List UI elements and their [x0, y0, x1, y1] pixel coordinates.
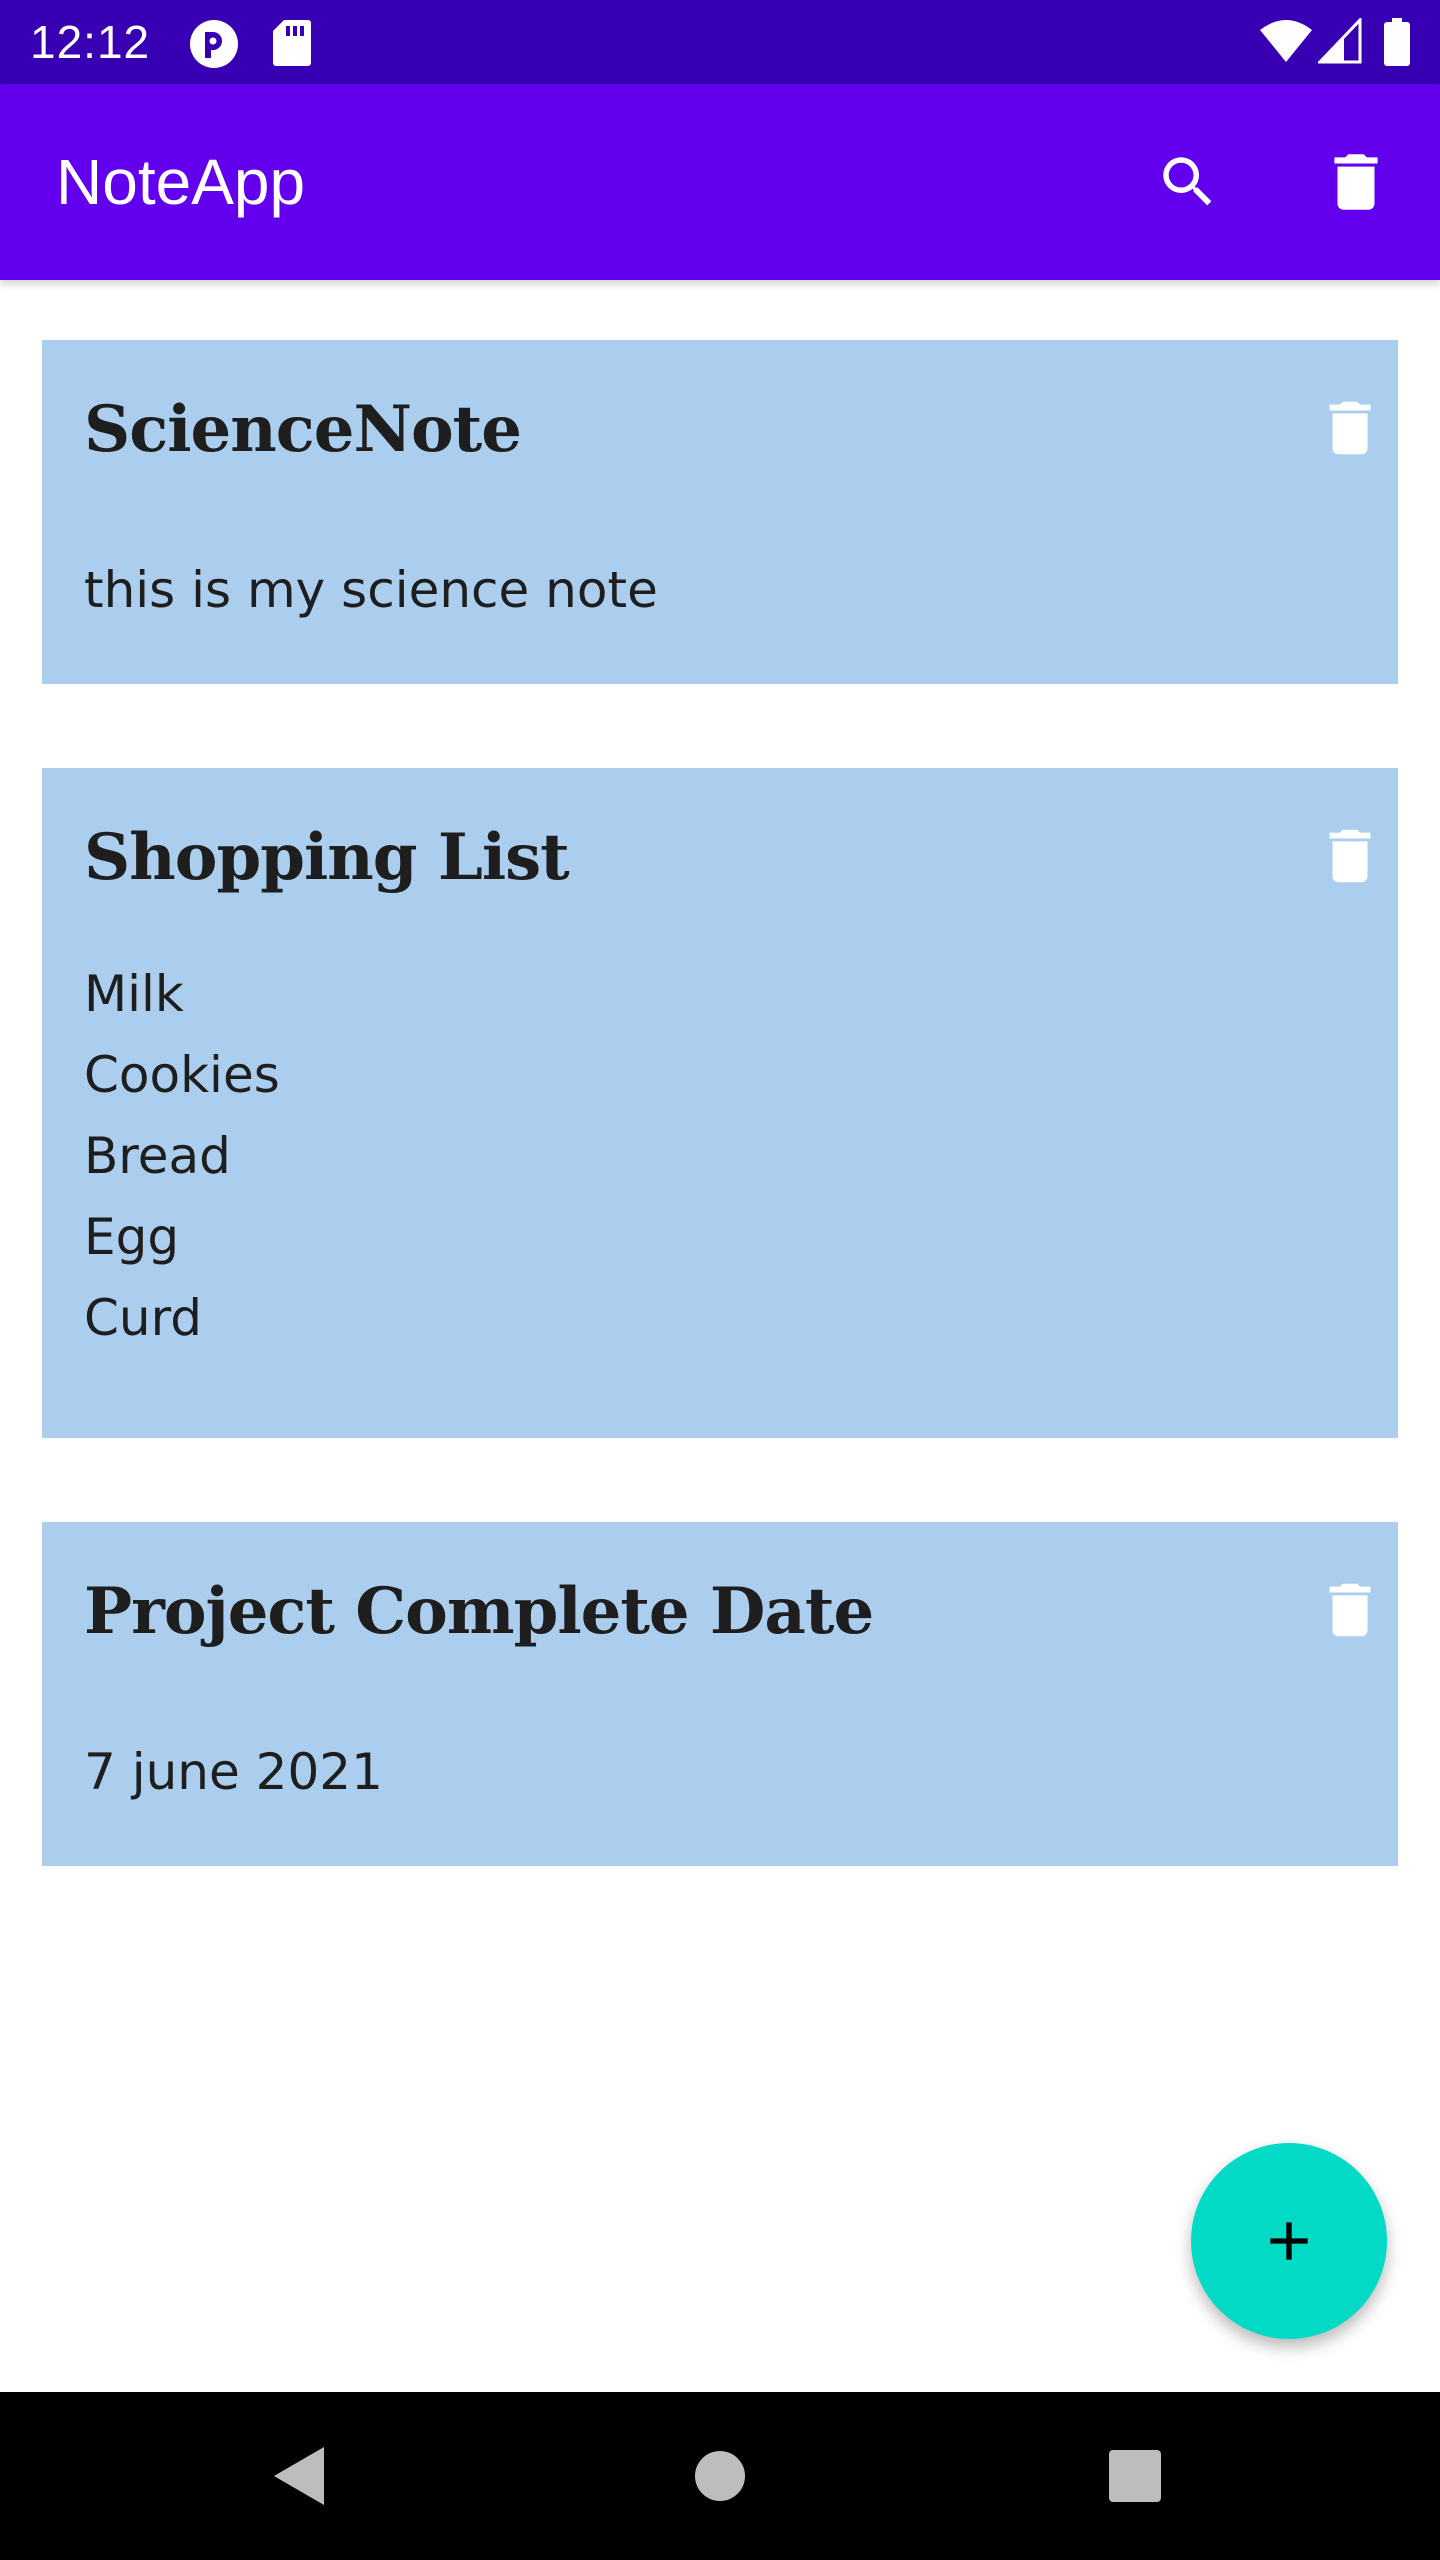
note-card[interactable]: Project Complete Date 7 june 2021: [42, 1522, 1398, 1866]
note-title: Project Complete Date: [84, 1574, 874, 1649]
back-button[interactable]: [250, 2426, 350, 2526]
recents-button[interactable]: [1085, 2426, 1185, 2526]
search-icon: [1163, 157, 1212, 206]
delete-all-icon: [1334, 154, 1378, 210]
note-body: this is my science note: [84, 561, 658, 619]
battery-icon: [1384, 18, 1410, 66]
back-icon: [274, 2447, 324, 2505]
note-body: Milk Cookies Bread Egg Curd: [84, 965, 280, 1347]
note-delete-button[interactable]: [1308, 386, 1392, 470]
note-delete-button[interactable]: [1308, 814, 1392, 898]
app-bar: NoteApp: [0, 84, 1440, 280]
trash-icon: [1329, 1583, 1371, 1637]
add-icon: [1270, 2222, 1308, 2260]
trash-icon: [1329, 401, 1371, 455]
recents-icon: [1109, 2450, 1161, 2502]
note-card[interactable]: Shopping List Milk Cookies Bread Egg Cur…: [42, 768, 1398, 1438]
note-title: Shopping List: [84, 820, 570, 895]
note-delete-button[interactable]: [1308, 1568, 1392, 1652]
add-note-button[interactable]: [1191, 2143, 1387, 2339]
app-title: NoteApp: [56, 146, 306, 218]
home-button[interactable]: [670, 2426, 770, 2526]
app-notification-icon: [190, 20, 238, 68]
note-body: 7 june 2021: [84, 1743, 383, 1801]
delete-all-button[interactable]: [1308, 134, 1404, 230]
status-time: 12:12: [30, 16, 151, 68]
search-button[interactable]: [1140, 134, 1236, 230]
home-icon: [695, 2451, 745, 2501]
status-bar: 12:12: [0, 0, 1440, 84]
note-card[interactable]: ScienceNote this is my science note: [42, 340, 1398, 684]
wifi-icon: [1260, 20, 1312, 62]
trash-icon: [1329, 829, 1371, 883]
sd-card-icon: [273, 20, 311, 66]
note-title: ScienceNote: [84, 392, 522, 467]
navigation-bar: [0, 2392, 1440, 2560]
cell-signal-icon: [1318, 18, 1362, 64]
